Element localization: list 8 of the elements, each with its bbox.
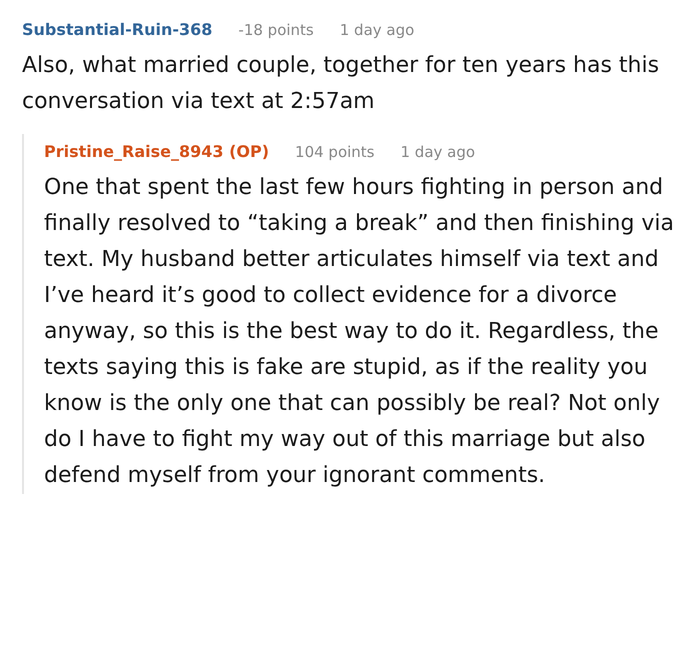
comment-text: One that spent the last few hours fighting in person and finally resolved to “taking a break” and then finishing via text. My husband better articulates himself via text and I’ve heard it’s good to collect evidence for a divorce anyway, so this is the best way to do it. Regardless, the texts saying this is fake are stupid, as if the reality you know is the only one that can possibly be real? Not only do I have to fight my way out of this marriage but also defend myself from your ignorant comments. <box>44 174 676 490</box>
username-link[interactable]: Substantial-Ruin-368 <box>22 18 212 42</box>
timestamp: 1 day ago <box>340 20 414 41</box>
comment-text: Also, what married couple, together for ten years has this conversation via text at 2:57am <box>22 52 660 116</box>
username-link[interactable]: Pristine_Raise_8943 (OP) <box>44 140 270 164</box>
timestamp: 1 day ago <box>400 142 476 163</box>
points-count: -18 points <box>238 20 314 41</box>
points-count: 104 points <box>295 142 374 163</box>
